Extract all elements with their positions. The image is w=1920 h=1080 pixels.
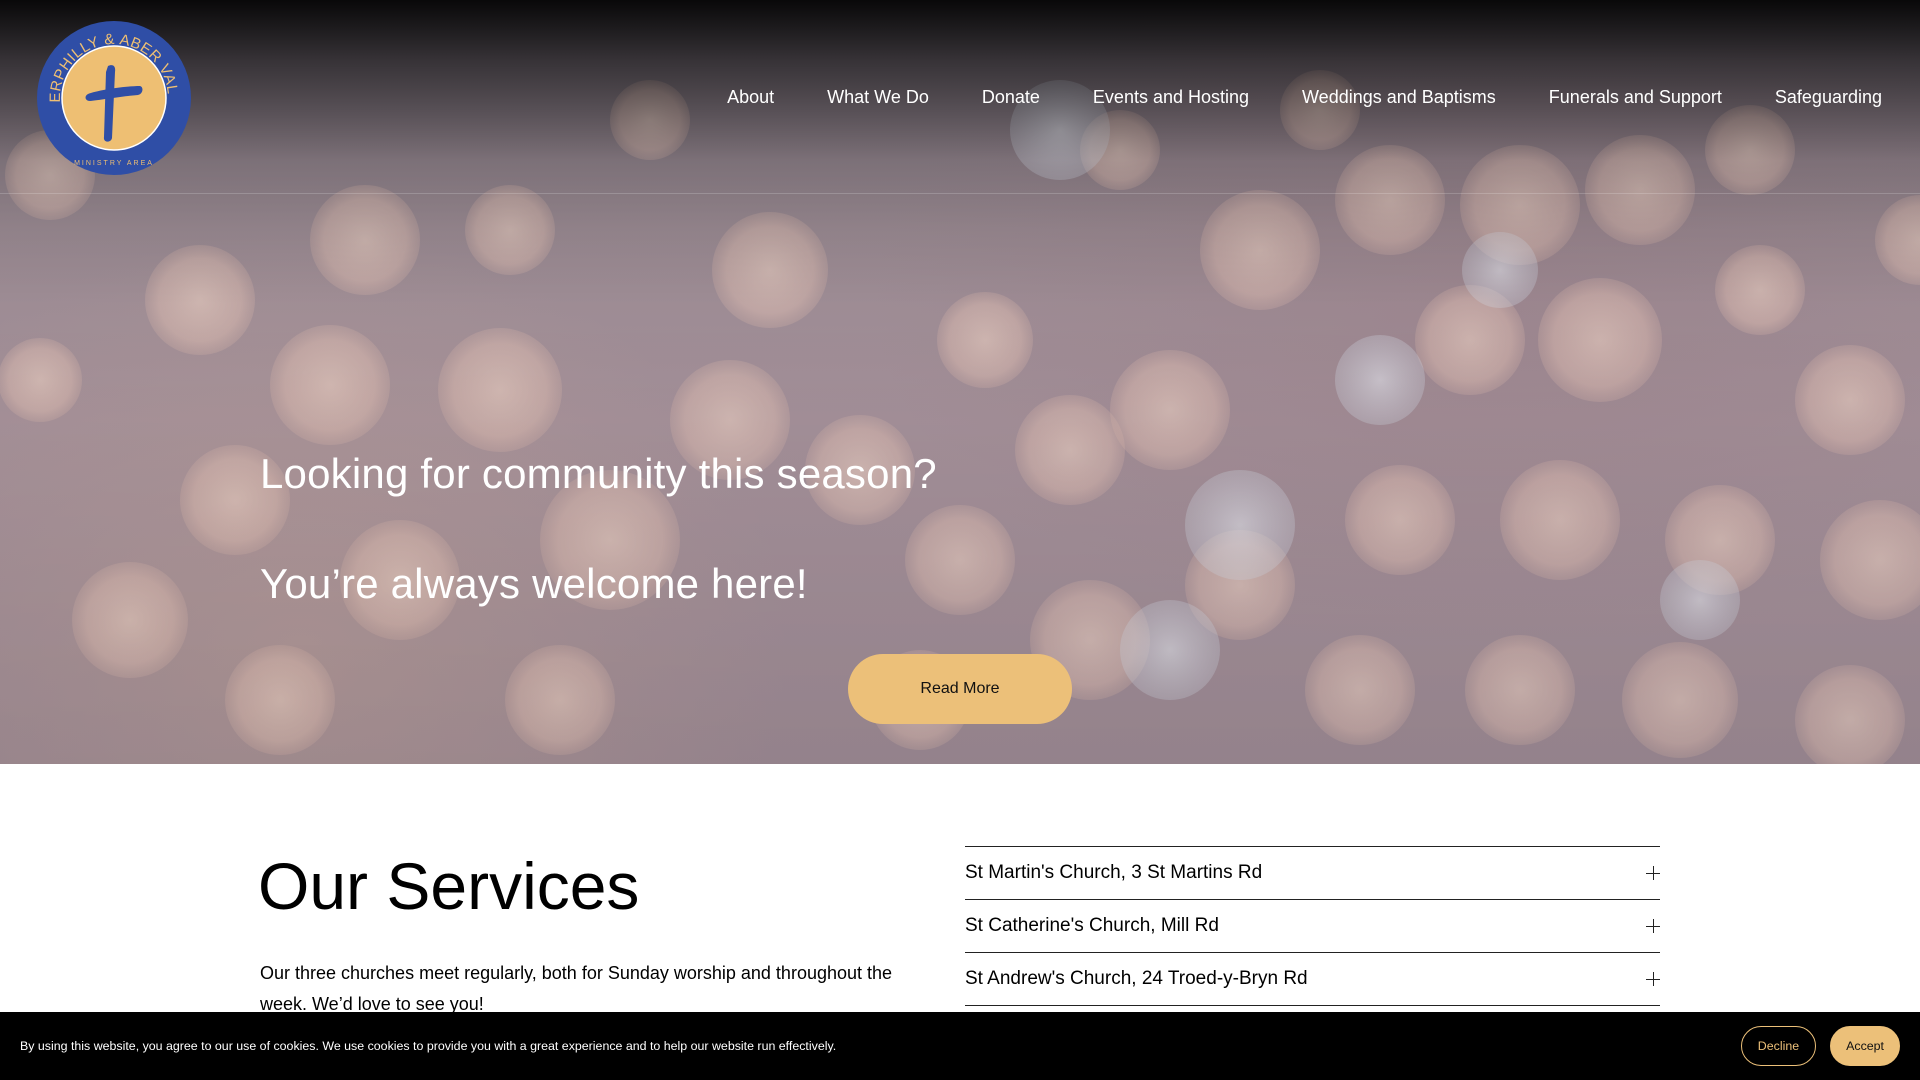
nav-events-and-hosting[interactable]: Events and Hosting [1093, 85, 1249, 109]
cookie-buttons: Decline Accept [1740, 1026, 1900, 1066]
accordion-label: St Catherine's Church, Mill Rd [965, 915, 1219, 936]
ministry-logo[interactable]: CAERPHILLY & ABER VALLEY MINISTRY AREA [36, 20, 192, 176]
accept-button[interactable]: Accept [1830, 1026, 1900, 1066]
decline-button[interactable]: Decline [1740, 1026, 1817, 1066]
plus-icon[interactable] [1646, 919, 1660, 933]
accordion-item-st-catherines[interactable]: St Catherine's Church, Mill Rd [965, 900, 1660, 953]
nav-weddings-and-baptisms[interactable]: Weddings and Baptisms [1302, 85, 1496, 109]
hero-line-1: Looking for community this season? [260, 450, 937, 497]
plus-icon[interactable] [1646, 866, 1660, 880]
nav-funerals-and-support[interactable]: Funerals and Support [1549, 85, 1722, 109]
svg-text:MINISTRY AREA: MINISTRY AREA [74, 160, 154, 167]
cookie-consent-bar: By using this website, you agree to our … [0, 1012, 1920, 1080]
accordion-label: St Martin's Church, 3 St Martins Rd [965, 862, 1263, 883]
accordion-item-st-andrews[interactable]: St Andrew's Church, 24 Troed-y-Bryn Rd [965, 953, 1660, 1006]
main-navigation: About What We Do Donate Events and Hosti… [674, 85, 1882, 109]
nav-what-we-do[interactable]: What We Do [827, 85, 929, 109]
nav-donate[interactable]: Donate [982, 85, 1040, 109]
services-description: Our three churches meet regularly, both … [260, 963, 893, 1014]
accordion-item-st-martins[interactable]: St Martin's Church, 3 St Martins Rd [965, 847, 1660, 900]
hero-section: CAERPHILLY & ABER VALLEY MINISTRY AREA A… [0, 0, 1920, 764]
accordion-label: St Andrew's Church, 24 Troed-y-Bryn Rd [965, 968, 1308, 989]
cookie-message: By using this website, you agree to our … [20, 1039, 837, 1053]
services-title: Our Services [258, 849, 640, 923]
plus-icon[interactable] [1646, 972, 1660, 986]
churches-accordion: St Martin's Church, 3 St Martins Rd St C… [965, 846, 1660, 1006]
nav-safeguarding[interactable]: Safeguarding [1775, 85, 1882, 109]
hero-heading: Looking for community this season? You’r… [260, 448, 937, 610]
read-more-button[interactable]: Read More [848, 654, 1072, 724]
hero-line-2: You’re always welcome here! [260, 560, 808, 607]
nav-about[interactable]: About [727, 85, 774, 109]
